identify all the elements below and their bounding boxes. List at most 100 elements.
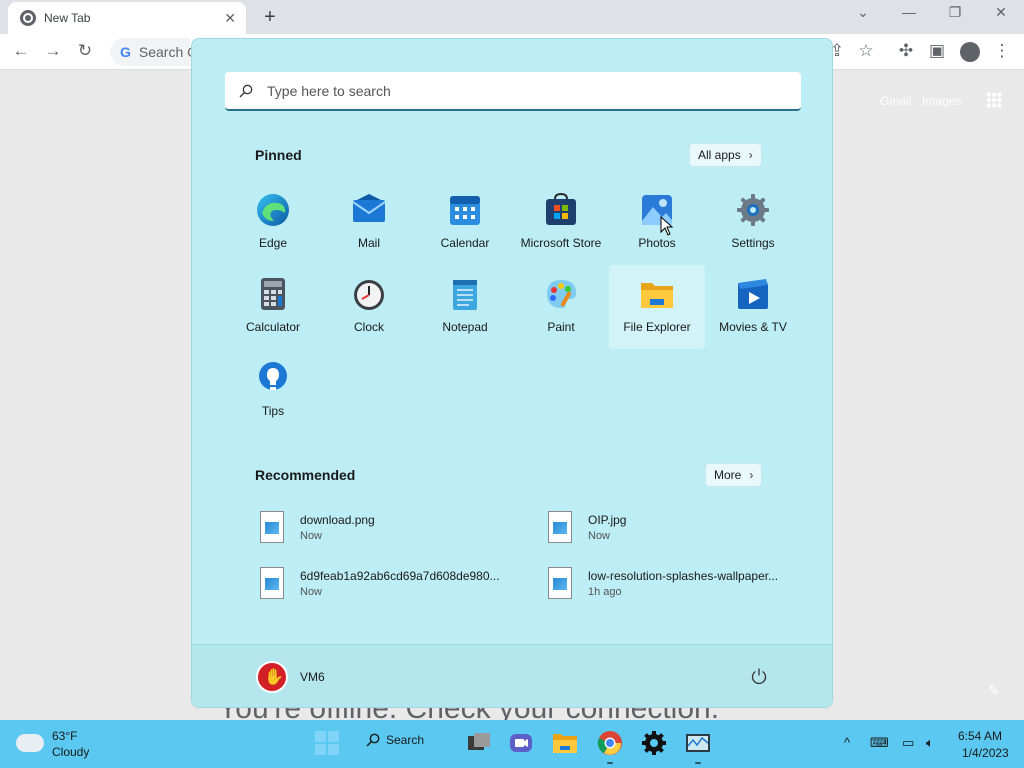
pinned-title: Pinned: [255, 147, 302, 163]
recommended-file-time: Now: [588, 529, 611, 542]
tab-close-icon[interactable]: ✕: [224, 10, 236, 27]
back-icon[interactable]: ←: [10, 41, 32, 61]
side-panel-icon[interactable]: ▣: [926, 41, 948, 61]
settings-icon: [737, 194, 769, 226]
recommended-item[interactable]: download.png Now: [260, 505, 375, 549]
recommended-file-time: Now: [300, 529, 323, 542]
all-apps-button[interactable]: All apps ›: [689, 143, 762, 167]
app-tile-settings[interactable]: Settings: [705, 181, 801, 265]
app-tile-photos[interactable]: Photos: [609, 181, 705, 265]
tab-title: New Tab: [44, 11, 91, 25]
search-placeholder: Type here to search: [267, 82, 391, 99]
taskbar-search-button[interactable]: Search: [366, 733, 424, 747]
keyboard-icon[interactable]: ⌨: [870, 735, 889, 751]
recommended-file-name: OIP.jpg: [588, 512, 627, 527]
gmail-link[interactable]: Gmail: [880, 94, 911, 108]
more-button[interactable]: More ›: [705, 463, 763, 487]
app-label: Microsoft Store: [520, 236, 602, 250]
profile-avatar[interactable]: [960, 42, 980, 62]
image-file-icon: [260, 567, 284, 599]
chrome-favicon-icon: [20, 10, 36, 26]
reload-icon[interactable]: ↻: [74, 41, 96, 61]
taskbar: 63°F Cloudy Search ^ ⌨ ▭ 🔈︎ 6:54 AM 1/4/…: [0, 720, 1024, 768]
app-label: Calculator: [245, 320, 301, 334]
start-menu-footer: VM6: [192, 644, 832, 707]
restore-icon[interactable]: ❐: [940, 4, 970, 21]
chevron-right-icon: ›: [749, 468, 754, 482]
recommended-file-time: Now: [300, 585, 323, 598]
minimize-icon[interactable]: —: [894, 4, 924, 20]
app-tile-file-explorer[interactable]: File Explorer: [609, 265, 705, 349]
clock-icon: [354, 280, 384, 310]
all-apps-label: All apps: [698, 148, 741, 162]
running-indicator: [695, 762, 701, 764]
folder-icon: [641, 283, 673, 308]
store-icon: [546, 192, 576, 225]
recommended-item[interactable]: 6d9feab1a92ab6cd69a7d608de980... Now: [260, 561, 500, 605]
app-label: Tips: [261, 404, 285, 418]
taskbar-date[interactable]: 1/4/2023: [962, 746, 1009, 760]
task-view-icon[interactable]: [466, 730, 492, 756]
performance-monitor-icon[interactable]: [685, 730, 711, 756]
recommended-title: Recommended: [255, 467, 356, 483]
paint-icon: [547, 280, 576, 309]
file-explorer-icon[interactable]: [552, 730, 578, 756]
app-tile-edge[interactable]: Edge: [225, 181, 321, 265]
google-icon: G: [120, 44, 131, 60]
app-tile-mail[interactable]: Mail: [321, 181, 417, 265]
calculator-icon: [261, 278, 285, 310]
close-window-icon[interactable]: ✕: [986, 4, 1016, 21]
start-search-input[interactable]: Type here to search: [225, 72, 801, 111]
image-file-icon: [548, 567, 572, 599]
taskbar-time[interactable]: 6:54 AM: [958, 729, 1002, 743]
tab-search-icon[interactable]: ⌄: [848, 4, 878, 21]
weather-temperature[interactable]: 63°F: [52, 729, 77, 743]
app-label: File Explorer: [623, 320, 691, 334]
app-tile-clock[interactable]: Clock: [321, 265, 417, 349]
extensions-icon[interactable]: ✣: [895, 41, 917, 61]
google-apps-icon[interactable]: [986, 92, 1002, 108]
start-menu: Type here to search Pinned All apps › Ed…: [191, 38, 833, 708]
teams-chat-icon[interactable]: [508, 730, 534, 756]
forward-icon[interactable]: →: [42, 41, 64, 61]
mouse-cursor-icon: [660, 216, 674, 236]
app-label: Clock: [353, 320, 384, 334]
app-label: Edge: [258, 236, 288, 250]
app-tile-notepad[interactable]: Notepad: [417, 265, 513, 349]
new-tab-button[interactable]: +: [258, 6, 282, 29]
image-file-icon: [548, 511, 572, 543]
images-link[interactable]: Images: [922, 94, 961, 108]
user-name[interactable]: VM6: [300, 670, 325, 684]
recommended-file-name: download.png: [300, 512, 375, 527]
chrome-icon[interactable]: [597, 730, 623, 756]
weather-condition[interactable]: Cloudy: [52, 745, 89, 759]
app-tile-microsoft-store[interactable]: Microsoft Store: [513, 181, 609, 265]
user-avatar[interactable]: [256, 661, 288, 693]
taskbar-search-label: Search: [386, 733, 425, 747]
power-icon[interactable]: [750, 667, 768, 685]
notepad-icon: [453, 280, 477, 310]
app-tile-movies-tv[interactable]: Movies & TV: [705, 265, 801, 349]
cloud-icon[interactable]: [16, 734, 44, 752]
show-hidden-icons-icon[interactable]: ^: [844, 735, 850, 750]
search-icon: [239, 84, 253, 97]
windows-start-icon[interactable]: [314, 730, 340, 756]
bookmark-star-icon[interactable]: ☆: [855, 41, 877, 61]
app-tile-paint[interactable]: Paint: [513, 265, 609, 349]
volume-icon[interactable]: 🔈︎: [926, 735, 934, 751]
network-icon[interactable]: ▭: [902, 735, 914, 751]
browser-tab[interactable]: New Tab ✕: [8, 2, 246, 34]
settings-icon[interactable]: [641, 730, 667, 756]
recommended-item[interactable]: low-resolution-splashes-wallpaper... 1h …: [548, 561, 778, 605]
address-bar[interactable]: G Search G: [110, 38, 198, 66]
chevron-right-icon: ›: [748, 148, 753, 162]
app-tile-tips[interactable]: Tips: [225, 349, 321, 433]
app-label: Calendar: [440, 236, 490, 250]
customize-pencil-icon[interactable]: ✎: [988, 682, 1000, 699]
recommended-item[interactable]: OIP.jpg Now: [548, 505, 626, 549]
recommended-file-name: 6d9feab1a92ab6cd69a7d608de980...: [300, 568, 500, 583]
app-tile-calculator[interactable]: Calculator: [225, 265, 321, 349]
chrome-menu-icon[interactable]: ⋮: [991, 41, 1013, 61]
app-label: Movies & TV: [719, 320, 787, 334]
app-tile-calendar[interactable]: Calendar: [417, 181, 513, 265]
